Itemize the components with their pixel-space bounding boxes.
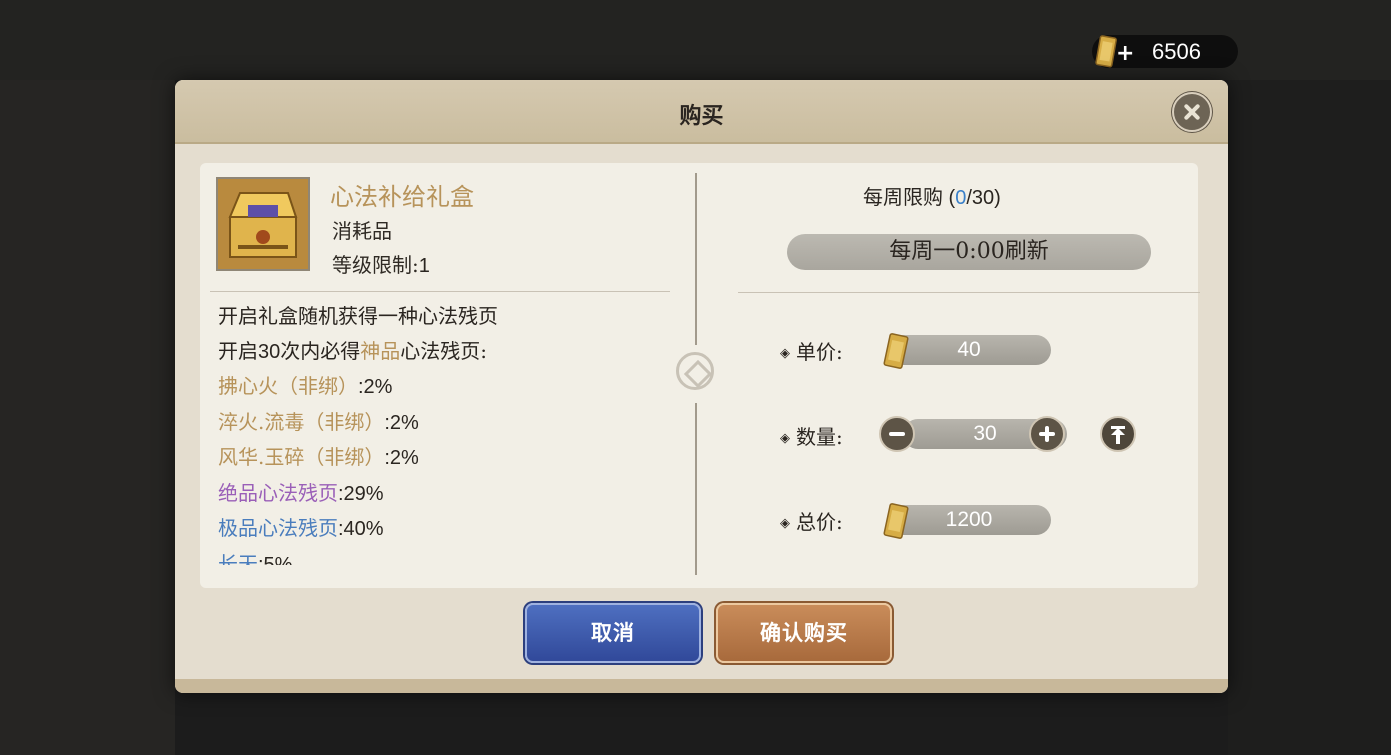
quantity-label: ◈ 数量: xyxy=(780,421,843,450)
item-type: 消耗品 xyxy=(332,219,392,243)
weekly-limit-max: 30 xyxy=(971,187,995,209)
scroll-currency-icon xyxy=(883,333,909,369)
item-level: 等级限制:1 xyxy=(332,249,430,278)
increase-quantity-button[interactable] xyxy=(1029,416,1065,452)
weekly-limit-close: ) xyxy=(994,187,1001,209)
drop-name: 极品心法残页 xyxy=(218,516,338,540)
item-description[interactable]: 开启礼盒随机获得一种心法残页 开启30次内必得神品心法残页: 拂心火（非绑）:2… xyxy=(218,299,678,565)
divider-line xyxy=(738,292,1200,293)
drop-entry: 风华.玉碎（非绑）:2% xyxy=(218,440,678,476)
description-line2-prefix: 开启 xyxy=(218,338,258,363)
drop-name: 绝品心法残页 xyxy=(218,480,338,505)
dialog-footer xyxy=(175,679,1228,693)
description-line2-highlight: 神品 xyxy=(360,338,401,363)
dialog-header: 购买 xyxy=(175,80,1228,144)
drop-name: 长天 xyxy=(218,551,258,566)
description-line2-mid: 次内必得 xyxy=(280,338,361,363)
close-icon[interactable] xyxy=(1172,92,1212,132)
item-name: 心法补给礼盒 xyxy=(330,183,474,211)
content-panel: 心法补给礼盒 消耗品 等级限制:1 开启礼盒随机获得一种心法残页 开启30次内必… xyxy=(200,163,1200,588)
divider-line xyxy=(210,291,670,292)
drop-name: 拂心火（非绑） xyxy=(218,374,358,398)
diamond-bullet-icon: ◈ xyxy=(780,516,790,531)
diamond-bullet-icon: ◈ xyxy=(780,431,790,446)
description-line: 开启礼盒随机获得一种心法残页 xyxy=(218,304,498,328)
unit-price-label-text: 单价: xyxy=(796,340,843,364)
max-quantity-button[interactable] xyxy=(1100,416,1136,452)
weekly-limit-label: 每周限购 xyxy=(863,185,943,209)
drop-entry: 绝品心法残页:29% xyxy=(218,476,678,512)
vertical-divider xyxy=(695,173,697,345)
background-left xyxy=(0,80,175,755)
background-right xyxy=(1228,80,1391,755)
drop-name: 风华.玉碎（非绑） xyxy=(218,445,385,469)
drop-rate: :2% xyxy=(358,376,393,398)
confirm-purchase-button[interactable]: 确认购买 xyxy=(716,603,892,663)
unit-price-label: ◈ 单价: xyxy=(780,336,843,365)
diamond-bullet-icon: ◈ xyxy=(780,346,790,361)
drop-rate: :5% xyxy=(258,553,293,566)
drop-entry: 极品心法残页:40% xyxy=(218,511,678,547)
total-price-label: ◈ 总价: xyxy=(780,506,843,535)
drop-rate: :2% xyxy=(384,447,419,469)
item-level-value: 1 xyxy=(418,255,430,277)
item-level-label: 等级限制: xyxy=(332,253,419,277)
vertical-divider xyxy=(695,403,697,575)
cancel-button[interactable]: 取消 xyxy=(525,603,701,663)
add-currency-icon[interactable]: + xyxy=(1116,41,1134,66)
drop-rate: :29% xyxy=(338,482,384,505)
weekly-limit-current: 0 xyxy=(955,187,967,209)
drop-rate: :2% xyxy=(384,411,419,434)
description-line: 开启30次内必得神品心法残页: xyxy=(218,334,678,370)
refresh-info: 每周一0:00刷新 xyxy=(787,234,1151,270)
description-line2-count: 30 xyxy=(258,340,281,363)
drop-entry: 长天:5% xyxy=(218,547,678,566)
currency-display[interactable]: + 6506 xyxy=(1092,35,1238,68)
currency-amount: 6506 xyxy=(1152,39,1201,64)
weekly-limit: 每周限购 (0/30) xyxy=(863,181,1001,210)
drop-entry: 拂心火（非绑）:2% xyxy=(218,369,678,405)
item-icon xyxy=(216,177,310,271)
dialog-title: 购买 xyxy=(679,103,724,129)
description-line2-suffix: 心法残页: xyxy=(400,338,487,363)
scroll-currency-icon xyxy=(883,503,909,539)
drop-entry: 淬火.流毒（非绑）:2% xyxy=(218,405,678,441)
quantity-label-text: 数量: xyxy=(796,425,843,449)
ornament-icon xyxy=(676,352,714,390)
weekly-limit-open: ( xyxy=(943,187,956,209)
treasure-chest-icon xyxy=(218,179,308,269)
drop-rate: :40% xyxy=(338,518,384,540)
decrease-quantity-button[interactable] xyxy=(879,416,915,452)
purchase-dialog: 购买 心法补给礼盒 消耗品 等级限制:1 开启礼盒随机获得一种心法残页 开启30… xyxy=(175,80,1228,693)
drop-name: 淬火.流毒（非绑） xyxy=(218,409,385,434)
total-price-label-text: 总价: xyxy=(796,510,843,534)
